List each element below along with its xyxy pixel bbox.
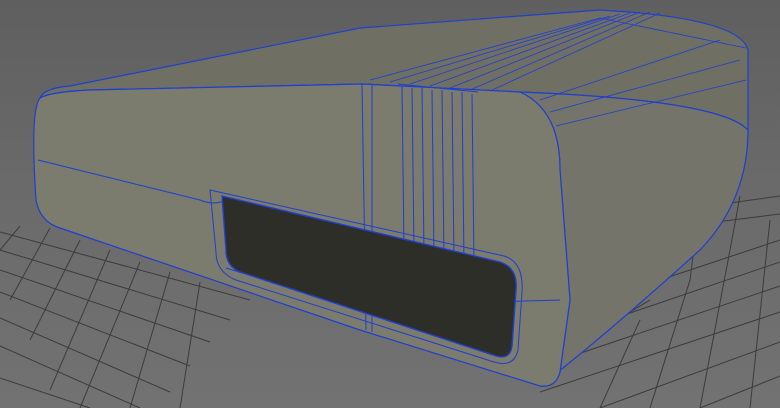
device-model[interactable] bbox=[33, 9, 749, 387]
viewport-canvas[interactable] bbox=[0, 0, 780, 408]
3d-viewport[interactable] bbox=[0, 0, 780, 408]
